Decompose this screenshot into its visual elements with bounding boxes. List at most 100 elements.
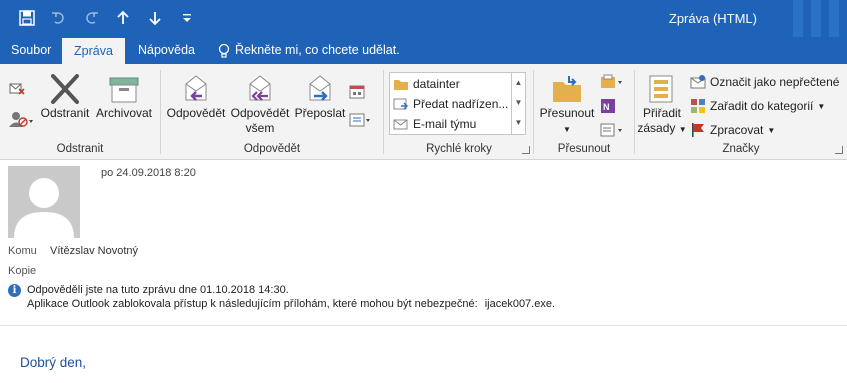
rules-icon xyxy=(601,74,622,88)
ignore-button[interactable] xyxy=(8,80,26,96)
title-bar: Zpráva (HTML) xyxy=(0,0,847,62)
more-respond-button[interactable] xyxy=(349,112,371,128)
ribbon-tabs: Soubor Zpráva Nápověda Řekněte mi, co ch… xyxy=(0,37,847,64)
redo-icon[interactable] xyxy=(82,9,100,27)
cc-label: Kopie xyxy=(8,265,37,277)
reply-all-icon xyxy=(249,75,271,101)
forward-button[interactable]: Přeposlat xyxy=(291,74,349,121)
avatar xyxy=(8,166,80,238)
tab-message[interactable]: Zpráva xyxy=(62,37,125,64)
onenote-icon: N xyxy=(601,99,615,113)
divider xyxy=(0,325,847,326)
rules-button[interactable] xyxy=(600,74,624,90)
assign-policy-label-line1: Přiřadit xyxy=(642,106,681,120)
delete-button[interactable]: Odstranit xyxy=(38,74,92,121)
ribbon: Odstranit Archivovat Odstranit Odpovědět… xyxy=(0,64,847,160)
tags-group: Přiřadit zásady ▼ Označit jako nepřečten… xyxy=(635,68,847,158)
message-body-greeting[interactable]: Dobrý den, xyxy=(20,355,86,370)
reply-all-label-line2: všem xyxy=(245,121,275,135)
meeting-button[interactable] xyxy=(349,84,365,100)
archive-button[interactable]: Archivovat xyxy=(94,74,154,121)
assign-policy-icon xyxy=(649,75,673,103)
tags-launcher-icon[interactable] xyxy=(835,146,843,154)
reply-icon xyxy=(185,75,207,101)
categorize-label: Zařadit do kategorií xyxy=(710,99,814,113)
window-title: Zpráva (HTML) xyxy=(668,11,757,26)
scroll-down-icon[interactable]: ▼ xyxy=(512,93,525,113)
mark-unread-button[interactable]: Označit jako nepřečtené xyxy=(690,74,839,90)
assign-policy-label-line2: zásady xyxy=(637,121,676,135)
move-dropdown-icon: ▼ xyxy=(563,125,571,134)
categorize-button[interactable]: Zařadit do kategorií ▼ xyxy=(690,98,825,114)
categorize-icon xyxy=(691,99,705,113)
forward-to-manager-icon xyxy=(393,98,408,110)
info-icon: i xyxy=(8,284,21,297)
reply-label: Odpovědět xyxy=(166,106,226,120)
archive-icon xyxy=(109,77,139,103)
info-bar: i Odpověděli jste na tuto zprávu dne 01.… xyxy=(8,283,555,311)
junk-button[interactable] xyxy=(8,110,34,128)
expand-gallery-icon[interactable]: ▼ xyxy=(512,113,525,133)
archive-label: Archivovat xyxy=(95,106,153,120)
tell-me-box[interactable]: Řekněte mi, co chcete udělat. xyxy=(218,37,400,64)
arrow-down-icon[interactable] xyxy=(146,9,164,27)
tab-file[interactable]: Soubor xyxy=(11,37,51,64)
tell-me-label: Řekněte mi, co chcete udělat. xyxy=(235,43,400,57)
quickstep-label: E-mail týmu xyxy=(413,117,477,131)
flag-icon xyxy=(692,123,704,137)
follow-up-dropdown-icon: ▼ xyxy=(767,125,776,135)
assign-policy-dropdown-icon: ▼ xyxy=(678,125,687,134)
info-replied-line: Odpověděli jste na tuto zprávu dne 01.10… xyxy=(27,284,289,296)
ignore-icon xyxy=(9,83,25,95)
blocked-attachment[interactable]: ijacek007.exe. xyxy=(485,298,555,310)
move-label: Přesunout xyxy=(539,106,595,120)
quicksteps-scrollbar[interactable]: ▲ ▼ ▼ xyxy=(511,73,525,134)
delete-icon xyxy=(51,74,79,104)
more-respond-icon xyxy=(349,113,370,127)
forward-label: Přeposlat xyxy=(294,106,346,120)
quick-access-toolbar xyxy=(18,9,196,27)
person-placeholder-icon xyxy=(14,178,74,238)
delete-group-label: Odstranit xyxy=(56,143,104,155)
quickstep-item[interactable]: Předat nadřízen... xyxy=(390,94,510,114)
team-email-icon xyxy=(393,119,408,130)
respond-group-label: Odpovědět xyxy=(243,143,301,155)
quickstep-label: Předat nadřízen... xyxy=(413,97,509,111)
quicksteps-gallery: datainter Předat nadřízen... E-mail týmu… xyxy=(389,72,526,135)
onenote-button[interactable]: N xyxy=(600,98,616,114)
to-recipient[interactable]: Vítězslav Novotný xyxy=(50,245,138,257)
forward-icon xyxy=(309,75,331,101)
save-icon[interactable] xyxy=(18,9,36,27)
folder-icon xyxy=(394,80,408,90)
reply-all-button[interactable]: Odpovědět všem xyxy=(229,74,291,136)
svg-text:N: N xyxy=(603,102,610,112)
info-text: Odpověděli jste na tuto zprávu dne 01.10… xyxy=(27,283,555,311)
quicksteps-launcher-icon[interactable] xyxy=(522,146,530,154)
actions-button[interactable] xyxy=(600,122,624,138)
quickstep-item[interactable]: datainter xyxy=(390,74,510,94)
respond-group: Odpovědět Odpovědět všem Přeposlat Odpov… xyxy=(161,68,383,158)
follow-up-button[interactable]: Zpracovat ▼ xyxy=(690,122,775,138)
delete-group: Odstranit Archivovat Odstranit xyxy=(0,68,160,158)
tab-help[interactable]: Nápověda xyxy=(138,37,195,64)
info-blocked-text: Aplikace Outlook zablokovala přístup k n… xyxy=(27,298,478,310)
quickstep-item[interactable]: E-mail týmu xyxy=(390,114,510,134)
actions-icon xyxy=(600,123,622,137)
customize-qat-icon[interactable] xyxy=(178,9,196,27)
undo-icon[interactable] xyxy=(50,9,68,27)
meeting-icon xyxy=(349,85,365,99)
tags-group-label: Značky xyxy=(722,143,760,155)
move-group: Přesunout ▼ N Přesunout xyxy=(534,68,634,158)
scroll-up-icon[interactable]: ▲ xyxy=(512,73,525,93)
to-label: Komu xyxy=(8,245,37,257)
message-date: po 24.09.2018 8:20 xyxy=(101,167,196,179)
categorize-dropdown-icon: ▼ xyxy=(817,101,826,111)
quicksteps-group-label: Rychlé kroky xyxy=(426,143,492,155)
lightbulb-icon xyxy=(218,43,230,58)
arrow-up-icon[interactable] xyxy=(114,9,132,27)
info-blocked-line: Aplikace Outlook zablokovala přístup k n… xyxy=(27,297,555,311)
reply-button[interactable]: Odpovědět xyxy=(165,74,227,121)
assign-policy-button[interactable]: Přiřadit zásady ▼ xyxy=(637,74,687,137)
move-button[interactable]: Přesunout ▼ xyxy=(536,74,598,137)
junk-icon xyxy=(9,112,33,127)
